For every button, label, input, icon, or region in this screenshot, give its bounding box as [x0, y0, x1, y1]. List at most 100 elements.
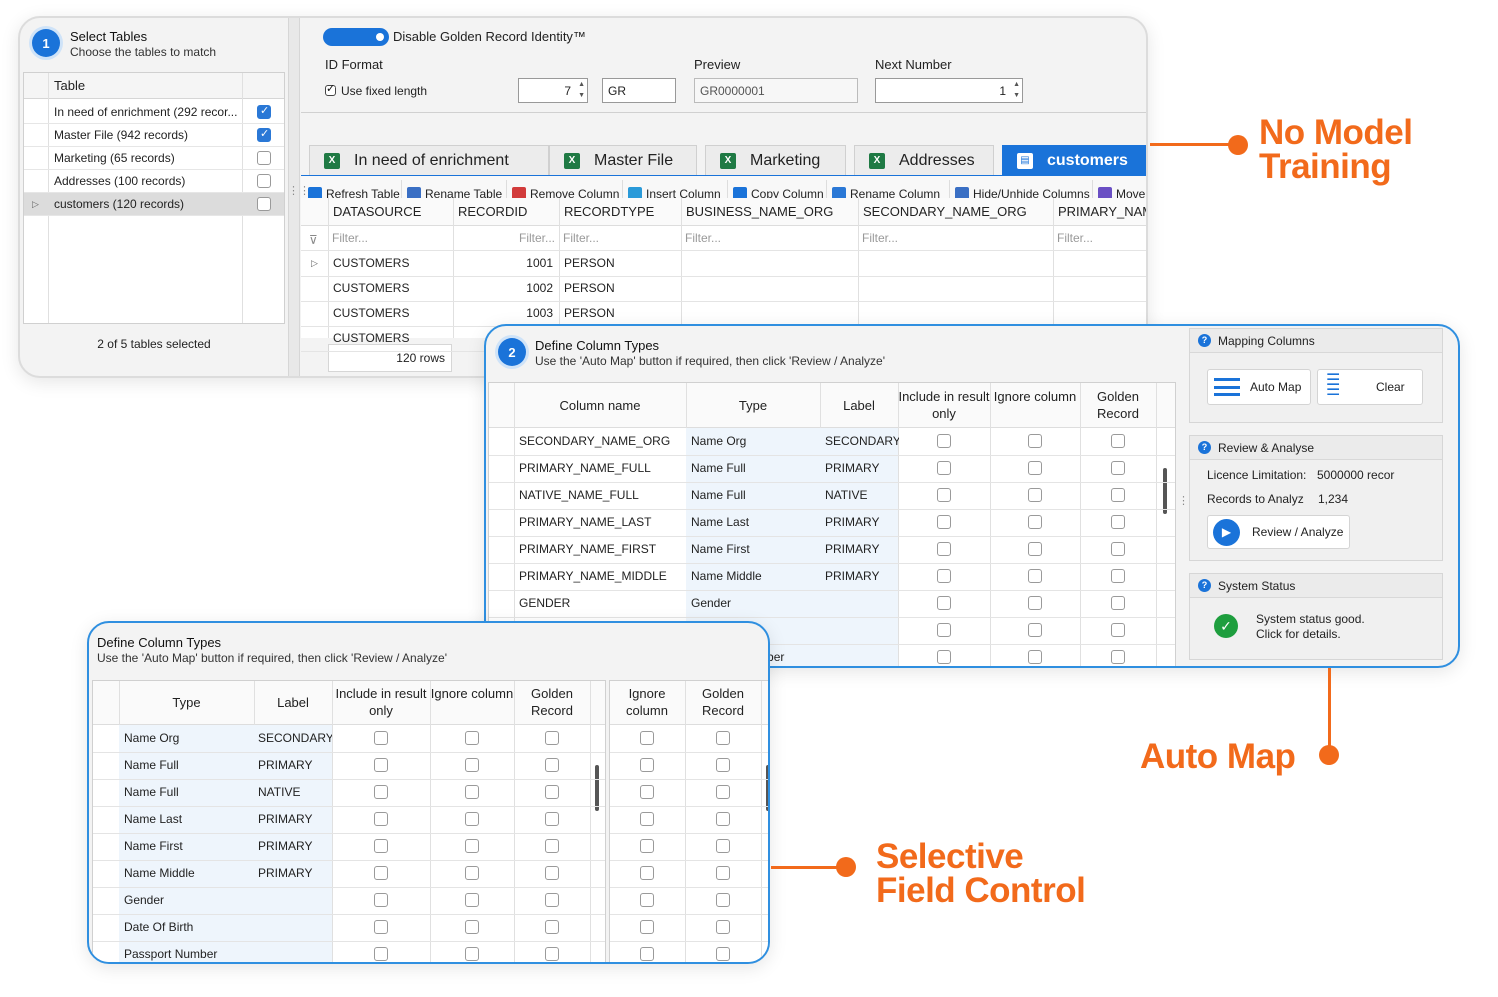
- row-arrow-icon[interactable]: ▷: [311, 252, 318, 274]
- cell-type[interactable]: Name Org: [691, 430, 817, 452]
- column-header[interactable]: Include in result only: [898, 388, 990, 422]
- column-option-checkbox[interactable]: [640, 758, 654, 772]
- column-option-checkbox[interactable]: [1028, 434, 1042, 448]
- column-header[interactable]: Include in result only: [332, 685, 430, 719]
- table-row[interactable]: customers (120 records) ▷: [24, 193, 284, 216]
- column-header[interactable]: Label: [254, 694, 332, 711]
- column-option-checkbox[interactable]: [465, 920, 479, 934]
- review-analyze-button[interactable]: ▶ Review / Analyze: [1207, 515, 1350, 549]
- column-option-checkbox[interactable]: [374, 812, 388, 826]
- column-option-checkbox[interactable]: [1111, 542, 1125, 556]
- cell-recordtype[interactable]: PERSON: [564, 277, 676, 299]
- column-header[interactable]: BUSINESS_NAME_ORG: [686, 201, 855, 223]
- column-option-checkbox[interactable]: [545, 920, 559, 934]
- column-option-checkbox[interactable]: [374, 893, 388, 907]
- column-option-checkbox[interactable]: [716, 947, 730, 961]
- column-header[interactable]: PRIMARY_NAM: [1058, 201, 1146, 223]
- column-option-checkbox[interactable]: [465, 785, 479, 799]
- filter-input[interactable]: Filter...: [862, 227, 1049, 249]
- column-option-checkbox[interactable]: [716, 785, 730, 799]
- cell-type[interactable]: Gender: [691, 592, 817, 614]
- spinner-icon[interactable]: ▲ ▼: [578, 79, 585, 101]
- column-option-checkbox[interactable]: [1028, 515, 1042, 529]
- column-option-checkbox[interactable]: [1111, 515, 1125, 529]
- spinner-icon[interactable]: ▲ ▼: [1013, 79, 1020, 101]
- column-option-checkbox[interactable]: [716, 920, 730, 934]
- column-option-checkbox[interactable]: [545, 758, 559, 772]
- cell-column-name[interactable]: PRIMARY_NAME_FULL: [519, 457, 683, 479]
- column-option-checkbox[interactable]: [937, 569, 951, 583]
- cell-label[interactable]: PRIMARY: [258, 808, 332, 830]
- column-option-checkbox[interactable]: [937, 461, 951, 475]
- cell-type[interactable]: Name Last: [124, 808, 252, 830]
- cell-label[interactable]: PRIMARY: [825, 538, 899, 560]
- column-option-checkbox[interactable]: [937, 596, 951, 610]
- column-header[interactable]: Ignore column: [609, 685, 685, 719]
- column-option-checkbox[interactable]: [374, 785, 388, 799]
- toolbar-grip-icon[interactable]: ⋮⋮: [288, 184, 310, 197]
- tab-2[interactable]: X Marketing: [705, 145, 846, 175]
- table-select-checkbox[interactable]: [257, 151, 271, 165]
- column-header[interactable]: Ignore column: [430, 685, 514, 702]
- filter-input[interactable]: Filter...: [685, 227, 854, 249]
- column-option-checkbox[interactable]: [465, 947, 479, 961]
- expand-arrow-icon[interactable]: ▷: [32, 193, 39, 215]
- column-option-checkbox[interactable]: [640, 866, 654, 880]
- cell-type[interactable]: Passport Number: [124, 943, 252, 962]
- column-option-checkbox[interactable]: [465, 893, 479, 907]
- column-option-checkbox[interactable]: [1111, 569, 1125, 583]
- column-option-checkbox[interactable]: [640, 812, 654, 826]
- cell-datasource[interactable]: CUSTOMERS: [333, 277, 451, 299]
- tab-0[interactable]: X In need of enrichment: [309, 145, 549, 175]
- column-option-checkbox[interactable]: [937, 488, 951, 502]
- cell-column-name[interactable]: SECONDARY_NAME_ORG: [519, 430, 683, 452]
- table-row[interactable]: Master File (942 records): [24, 124, 284, 147]
- cell-column-name[interactable]: NATIVE_NAME_FULL: [519, 484, 683, 506]
- column-option-checkbox[interactable]: [545, 812, 559, 826]
- cell-type[interactable]: Name Full: [124, 754, 252, 776]
- table-select-checkbox[interactable]: [257, 127, 271, 142]
- help-icon[interactable]: ?: [1198, 334, 1211, 347]
- cell-label[interactable]: PRIMARY: [258, 862, 332, 884]
- column-option-checkbox[interactable]: [374, 866, 388, 880]
- column-option-checkbox[interactable]: [640, 839, 654, 853]
- column-option-checkbox[interactable]: [640, 920, 654, 934]
- clear-button[interactable]: ☰ ☰ Clear: [1317, 369, 1423, 405]
- table-select-checkbox[interactable]: [257, 197, 271, 211]
- cell-type[interactable]: Name Org: [124, 727, 252, 749]
- cell-recordid[interactable]: 1003: [453, 302, 553, 324]
- filter-input[interactable]: Filter...: [563, 227, 677, 249]
- column-header[interactable]: DATASOURCE: [333, 201, 450, 223]
- cell-recordtype[interactable]: PERSON: [564, 252, 676, 274]
- table-select-checkbox[interactable]: [257, 104, 271, 119]
- column-option-checkbox[interactable]: [374, 920, 388, 934]
- tab-1[interactable]: X Master File: [549, 145, 697, 175]
- table-row[interactable]: In need of enrichment (292 recor...: [24, 101, 284, 124]
- table-select-checkbox[interactable]: [257, 174, 271, 188]
- column-header[interactable]: Golden Record: [685, 685, 761, 719]
- cell-datasource[interactable]: CUSTOMERS: [333, 252, 451, 274]
- cell-recordid[interactable]: 1001: [453, 252, 553, 274]
- column-option-checkbox[interactable]: [716, 812, 730, 826]
- column-option-checkbox[interactable]: [1028, 650, 1042, 664]
- column-option-checkbox[interactable]: [937, 650, 951, 664]
- column-option-checkbox[interactable]: [465, 839, 479, 853]
- column-option-checkbox[interactable]: [545, 866, 559, 880]
- cell-label[interactable]: PRIMARY: [258, 754, 332, 776]
- table-row[interactable]: Addresses (100 records): [24, 170, 284, 193]
- tab-3[interactable]: X Addresses: [854, 145, 994, 175]
- column-option-checkbox[interactable]: [937, 542, 951, 556]
- cell-type[interactable]: Name First: [124, 835, 252, 857]
- cell-type[interactable]: Name Middle: [124, 862, 252, 884]
- splitter[interactable]: [288, 18, 300, 376]
- cell-type[interactable]: Name Full: [691, 457, 817, 479]
- column-option-checkbox[interactable]: [937, 623, 951, 637]
- column-option-checkbox[interactable]: [374, 947, 388, 961]
- prefix-input[interactable]: GR: [602, 78, 676, 103]
- column-option-checkbox[interactable]: [465, 731, 479, 745]
- grid-scrollbar[interactable]: [595, 765, 599, 811]
- column-option-checkbox[interactable]: [1028, 461, 1042, 475]
- column-option-checkbox[interactable]: [716, 866, 730, 880]
- help-icon[interactable]: ?: [1198, 441, 1211, 454]
- cell-label[interactable]: PRIMARY: [258, 835, 332, 857]
